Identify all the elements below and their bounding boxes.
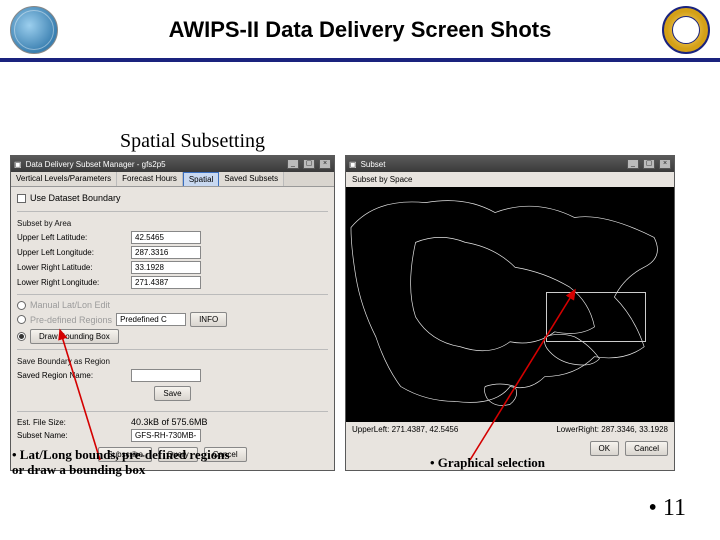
- predefined-radio[interactable]: [17, 315, 26, 324]
- window-titlebar[interactable]: ▣ Data Delivery Subset Manager - gfs2p5 …: [11, 156, 334, 172]
- save-button[interactable]: Save: [154, 386, 190, 401]
- status-ul-label: UpperLeft:: [352, 425, 389, 434]
- est-file-size-value: 40.3kB of 575.6MB: [131, 417, 208, 427]
- ul-lat-label: Upper Left Latitude:: [17, 233, 127, 242]
- selection-rectangle[interactable]: [546, 292, 646, 342]
- page-number: • 11: [648, 495, 686, 522]
- maximize-button[interactable]: ▢: [643, 159, 655, 169]
- subset-by-space-label: Subset by Space: [352, 175, 412, 184]
- saved-region-name-input[interactable]: [131, 369, 201, 382]
- status-lr-label: LowerRight:: [556, 425, 599, 434]
- window-title: Data Delivery Subset Manager - gfs2p5: [26, 160, 166, 169]
- subset-manager-window: ▣ Data Delivery Subset Manager - gfs2p5 …: [10, 155, 335, 471]
- close-button[interactable]: ×: [319, 159, 331, 169]
- ok-button[interactable]: OK: [590, 441, 620, 456]
- map-window: ▣ Subset _ ▢ × Subset by Space: [345, 155, 675, 471]
- map-window-title: Subset: [361, 160, 386, 169]
- draw-bounding-box-button[interactable]: Draw Bounding Box: [30, 329, 119, 344]
- status-ul-value: 271.4387, 42.5456: [392, 425, 459, 434]
- saved-region-name-label: Saved Region Name:: [17, 371, 127, 380]
- window-icon: ▣: [14, 160, 22, 169]
- ul-lat-input[interactable]: [131, 231, 201, 244]
- manual-edit-radio[interactable]: [17, 301, 26, 310]
- lr-lat-label: Lower Right Latitude:: [17, 263, 127, 272]
- lr-lon-label: Lower Right Longitude:: [17, 278, 127, 287]
- close-button[interactable]: ×: [659, 159, 671, 169]
- tab-forecast-hours[interactable]: Forecast Hours: [117, 172, 183, 186]
- subset-name-input[interactable]: [131, 429, 201, 442]
- manual-edit-label: Manual Lat/Lon Edit: [30, 300, 110, 310]
- tab-vertical[interactable]: Vertical Levels/Parameters: [11, 172, 117, 186]
- save-boundary-label: Save Boundary as Region: [17, 354, 328, 368]
- status-lr-value: 287.3346, 33.1928: [601, 425, 668, 434]
- footnote-left: • Lat/Long bounds, pre-defined regions o…: [12, 448, 242, 478]
- subset-name-label: Subset Name:: [17, 431, 127, 440]
- minimize-button[interactable]: _: [287, 159, 299, 169]
- maximize-button[interactable]: ▢: [303, 159, 315, 169]
- draw-box-radio[interactable]: [17, 332, 26, 341]
- page-title: AWIPS-II Data Delivery Screen Shots: [58, 17, 662, 43]
- minimize-button[interactable]: _: [627, 159, 639, 169]
- use-dataset-boundary-label: Use Dataset Boundary: [30, 193, 121, 203]
- map-canvas[interactable]: [346, 187, 674, 422]
- ul-lon-label: Upper Left Longitude:: [17, 248, 127, 257]
- tab-spatial[interactable]: Spatial: [183, 172, 219, 186]
- noaa-logo: [10, 6, 58, 54]
- window-icon: ▣: [349, 160, 357, 169]
- predefined-select[interactable]: [116, 313, 186, 326]
- predefined-label: Pre-defined Regions: [30, 315, 112, 325]
- doc-seal-logo: [662, 6, 710, 54]
- ul-lon-input[interactable]: [131, 246, 201, 259]
- footnote-right: • Graphical selection: [430, 456, 570, 471]
- map-window-titlebar[interactable]: ▣ Subset _ ▢ ×: [346, 156, 674, 172]
- info-button[interactable]: INFO: [190, 312, 227, 327]
- subheading: Spatial Subsetting: [120, 130, 265, 153]
- lr-lat-input[interactable]: [131, 261, 201, 274]
- est-file-size-label: Est. File Size:: [17, 418, 127, 427]
- cancel-button[interactable]: Cancel: [625, 441, 668, 456]
- use-dataset-boundary-checkbox[interactable]: [17, 194, 26, 203]
- tab-saved-subsets[interactable]: Saved Subsets: [219, 172, 284, 186]
- tab-bar: Vertical Levels/Parameters Forecast Hour…: [11, 172, 334, 187]
- lr-lon-input[interactable]: [131, 276, 201, 289]
- subset-by-area-label: Subset by Area: [17, 216, 328, 230]
